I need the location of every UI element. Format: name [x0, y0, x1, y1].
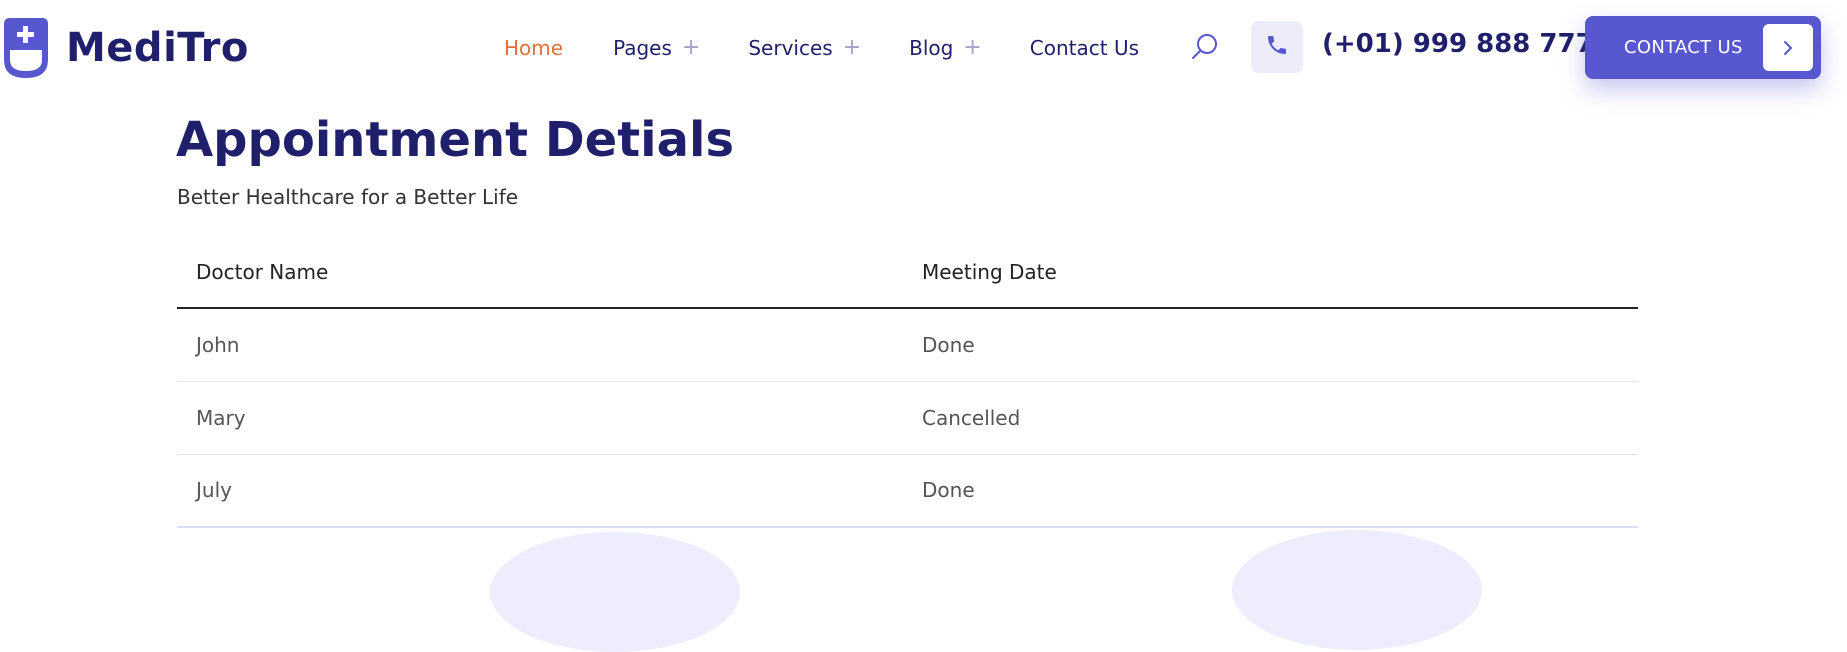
page-subtitle: Better Healthcare for a Better Life: [177, 185, 519, 209]
meeting-date-cell: Done: [903, 454, 1638, 528]
plus-icon: +: [681, 35, 701, 60]
nav-item-blog[interactable]: Blog +: [909, 36, 982, 60]
nav-item-contact-us[interactable]: Contact Us: [1030, 36, 1139, 60]
nav-item-label: Home: [504, 36, 564, 60]
nav-item-label: Blog: [909, 36, 954, 60]
nav-item-services[interactable]: Services +: [748, 36, 861, 60]
nav-item-pages[interactable]: Pages +: [613, 36, 700, 60]
chevron-right-icon: [1763, 24, 1813, 71]
brand-logo[interactable]: MediTro: [0, 16, 249, 80]
background-blob-left: [490, 532, 740, 652]
brand-name: MediTro: [66, 25, 249, 71]
logo-mark-icon: [0, 16, 52, 80]
meeting-date-cell: Done: [903, 308, 1638, 382]
table-row: John Done: [177, 308, 1638, 382]
site-header: MediTro Home Pages + Services + Blog + C…: [0, 0, 1847, 96]
doctor-name-cell: Mary: [177, 381, 903, 455]
table-header: Doctor Name Meeting Date: [177, 236, 1638, 309]
search-icon[interactable]: [1190, 32, 1220, 62]
background-blob-right: [1232, 530, 1482, 650]
nav-item-home[interactable]: Home: [504, 36, 563, 60]
table-body: John Done Mary Cancelled July Done: [177, 308, 1638, 528]
doctor-name-cell: John: [177, 308, 903, 382]
nav-item-label: Services: [748, 36, 833, 60]
contact-us-button[interactable]: CONTACT US: [1585, 16, 1821, 79]
table-header-row: Doctor Name Meeting Date: [177, 236, 1638, 309]
page-title: Appointment Detials: [176, 112, 735, 168]
plus-icon: +: [842, 35, 862, 60]
table-row: Mary Cancelled: [177, 381, 1638, 455]
table-row: July Done: [177, 454, 1638, 528]
phone-number[interactable]: (+01) 999 888 777: [1322, 29, 1594, 59]
column-header-doctor-name: Doctor Name: [177, 236, 903, 309]
appointments-table: Doctor Name Meeting Date John Done Mary …: [177, 236, 1638, 528]
plus-icon: +: [963, 35, 982, 60]
doctor-name-cell: July: [177, 454, 903, 528]
contact-us-button-label: CONTACT US: [1624, 37, 1743, 58]
column-header-meeting-date: Meeting Date: [903, 236, 1638, 309]
phone-icon-box[interactable]: [1251, 21, 1303, 73]
nav-item-label: Contact Us: [1029, 36, 1140, 60]
phone-icon: [1265, 33, 1289, 61]
nav-item-label: Pages: [613, 36, 672, 60]
meeting-date-cell: Cancelled: [903, 381, 1638, 455]
main-nav: Home Pages + Services + Blog + Contact U…: [504, 28, 1139, 68]
